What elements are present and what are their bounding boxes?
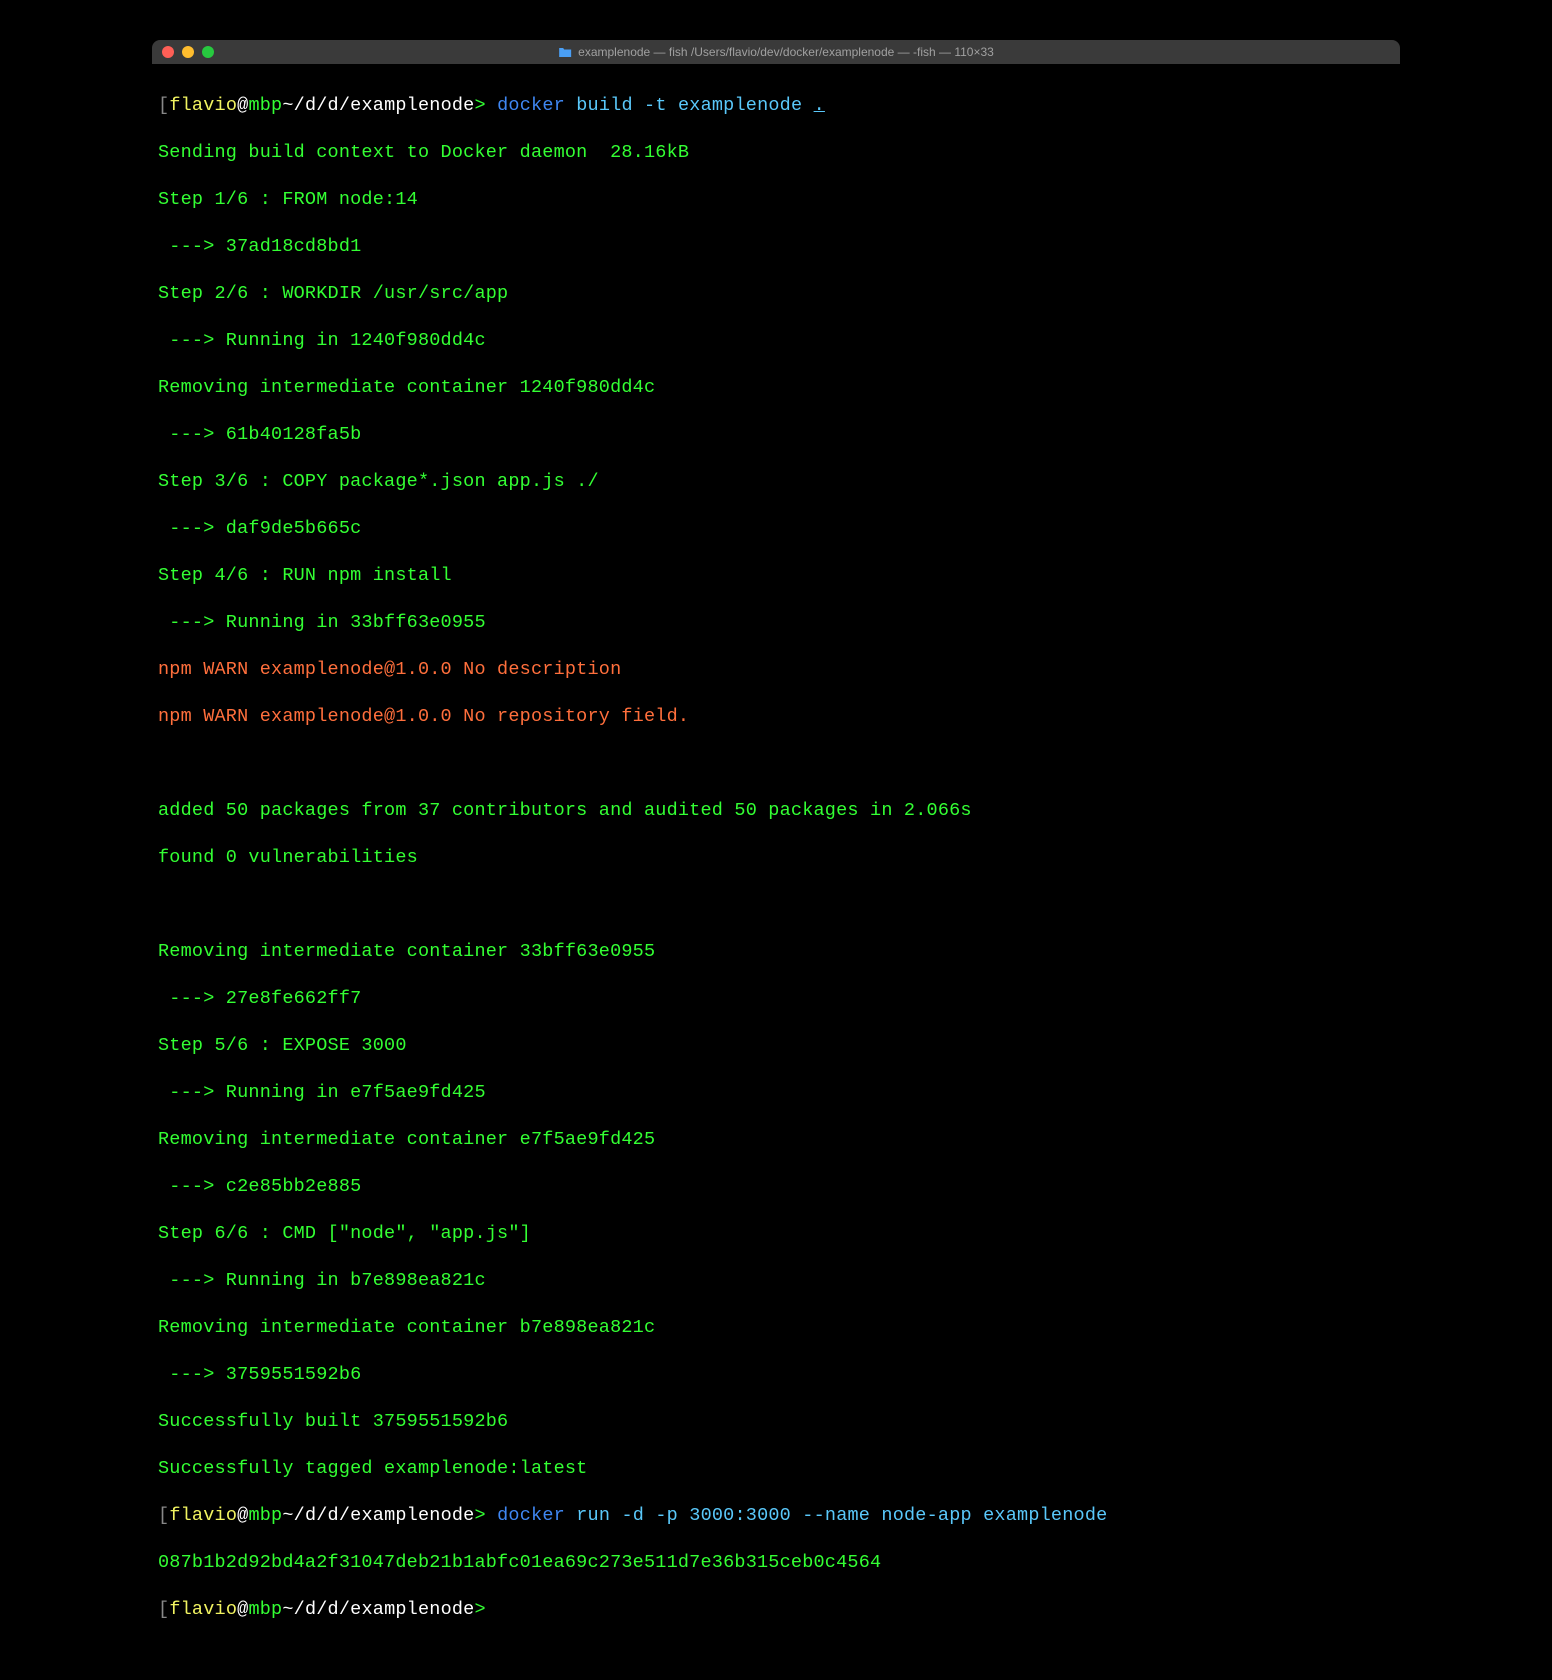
terminal-window: examplenode — fish /Users/flavio/dev/doc… (152, 40, 1400, 1680)
output-line: Successfully tagged examplenode:latest (158, 1457, 1394, 1481)
command-run-args: run -d -p 3000:3000 --name node-app exam… (576, 1505, 1107, 1526)
prompt-line-2: [flavio@mbp~/d/d/examplenode> docker run… (158, 1504, 1394, 1528)
output-line: Removing intermediate container e7f5ae9f… (158, 1128, 1394, 1152)
close-icon[interactable] (162, 46, 174, 58)
minimize-icon[interactable] (182, 46, 194, 58)
npm-warn-line: npm WARN examplenode@1.0.0 No repository… (158, 705, 1394, 729)
output-line: Step 2/6 : WORKDIR /usr/src/app (158, 282, 1394, 306)
output-line: ---> Running in 33bff63e0955 (158, 611, 1394, 635)
output-line: Sending build context to Docker daemon 2… (158, 141, 1394, 165)
maximize-icon[interactable] (202, 46, 214, 58)
npm-warn-line: npm WARN examplenode@1.0.0 No descriptio… (158, 658, 1394, 682)
output-line: ---> daf9de5b665c (158, 517, 1394, 541)
prompt-host: mbp (248, 95, 282, 116)
output-line: Removing intermediate container 33bff63e… (158, 940, 1394, 964)
output-line: ---> 37ad18cd8bd1 (158, 235, 1394, 259)
output-line: ---> c2e85bb2e885 (158, 1175, 1394, 1199)
output-line: Step 5/6 : EXPOSE 3000 (158, 1034, 1394, 1058)
prompt-path: /d/d/examplenode (294, 95, 475, 116)
prompt-line-3[interactable]: [flavio@mbp~/d/d/examplenode> (158, 1598, 1394, 1622)
command-build-args: build -t examplenode (576, 95, 813, 116)
output-line (158, 893, 1394, 917)
title-bar: examplenode — fish /Users/flavio/dev/doc… (152, 40, 1400, 64)
output-line: ---> Running in b7e898ea821c (158, 1269, 1394, 1293)
output-line: ---> Running in 1240f980dd4c (158, 329, 1394, 353)
folder-icon (558, 47, 572, 58)
output-line: ---> 61b40128fa5b (158, 423, 1394, 447)
terminal-body[interactable]: [flavio@mbp~/d/d/examplenode> docker bui… (152, 64, 1400, 1680)
output-line: added 50 packages from 37 contributors a… (158, 799, 1394, 823)
output-line: Removing intermediate container b7e898ea… (158, 1316, 1394, 1340)
container-id-output: 087b1b2d92bd4a2f31047deb21b1abfc01ea69c2… (158, 1551, 1394, 1575)
window-title: examplenode — fish /Users/flavio/dev/doc… (558, 45, 994, 59)
output-line: Removing intermediate container 1240f980… (158, 376, 1394, 400)
command-build-dot: . (814, 95, 825, 116)
output-line: ---> Running in e7f5ae9fd425 (158, 1081, 1394, 1105)
window-title-text: examplenode — fish /Users/flavio/dev/doc… (578, 45, 994, 59)
command-docker: docker (497, 1505, 565, 1526)
output-line: ---> 3759551592b6 (158, 1363, 1394, 1387)
output-line: ---> 27e8fe662ff7 (158, 987, 1394, 1011)
output-line: found 0 vulnerabilities (158, 846, 1394, 870)
output-line: Step 6/6 : CMD ["node", "app.js"] (158, 1222, 1394, 1246)
output-line (158, 752, 1394, 776)
command-docker: docker (497, 95, 565, 116)
output-line: Successfully built 3759551592b6 (158, 1410, 1394, 1434)
prompt-line-1: [flavio@mbp~/d/d/examplenode> docker bui… (158, 94, 1394, 118)
output-line: Step 3/6 : COPY package*.json app.js ./ (158, 470, 1394, 494)
output-line: Step 1/6 : FROM node:14 (158, 188, 1394, 212)
prompt-user: flavio (169, 95, 237, 116)
output-line: Step 4/6 : RUN npm install (158, 564, 1394, 588)
traffic-lights (162, 46, 214, 58)
